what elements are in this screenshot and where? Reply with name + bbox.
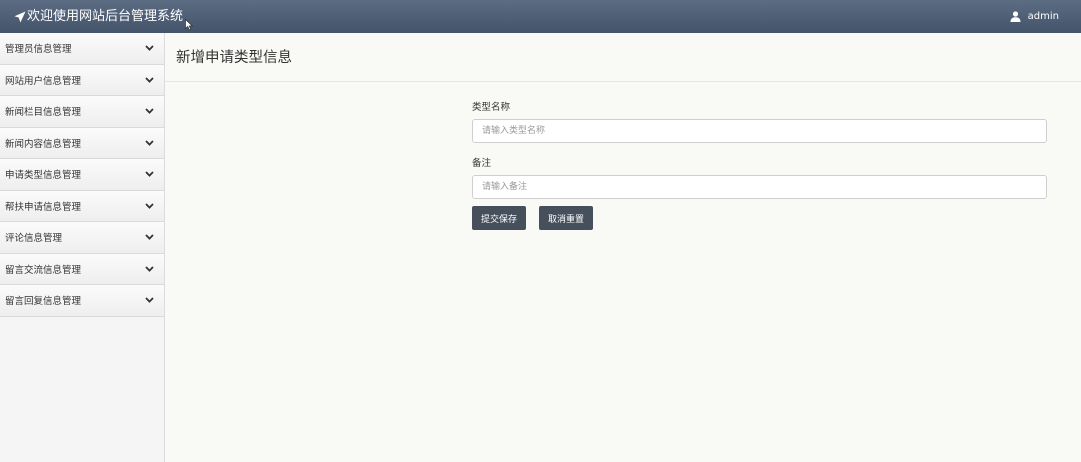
sidebar-item-label: 留言回复信息管理 [5, 296, 82, 308]
type-name-label: 类型名称 [472, 102, 511, 113]
submit-save-button[interactable]: 提交保存 [472, 206, 527, 230]
chevron-down-icon [145, 297, 154, 304]
sidebar-item-label: 帮扶申请信息管理 [5, 201, 82, 213]
send-icon [14, 11, 26, 22]
sidebar-item-label: 管理员信息管理 [5, 44, 72, 56]
user-icon [1010, 11, 1021, 22]
sidebar-item-label: 新闻栏目信息管理 [5, 107, 82, 119]
sidebar-item-news-column-info[interactable]: 新闻栏目信息管理 [0, 96, 164, 128]
sidebar-item-label: 网站用户信息管理 [5, 75, 82, 87]
title-divider [165, 81, 1081, 82]
type-name-input[interactable] [472, 119, 1047, 143]
chevron-down-icon [145, 108, 154, 115]
sidebar-item-comment-info[interactable]: 评论信息管理 [0, 222, 164, 254]
brand[interactable]: 欢迎使用网站后台管理系统 [14, 0, 183, 33]
sidebar-item-label: 评论信息管理 [5, 233, 63, 245]
username: admin [1027, 11, 1059, 22]
sidebar-item-message-reply-info[interactable]: 留言回复信息管理 [0, 285, 164, 317]
remark-input[interactable] [472, 175, 1047, 199]
add-application-type-form: 类型名称 备注 提交保存 取消重置 [472, 101, 1047, 230]
mouse-cursor-icon [185, 19, 193, 31]
sidebar-item-site-user-info[interactable]: 网站用户信息管理 [0, 64, 164, 96]
sidebar-item-label: 新闻内容信息管理 [5, 138, 82, 150]
sidebar: 管理员信息管理 网站用户信息管理 新闻栏目信息管理 新闻内容信息管理 申请类型信… [0, 33, 165, 462]
chevron-down-icon [145, 45, 154, 52]
chevron-down-icon [145, 171, 154, 178]
sidebar-item-label: 留言交流信息管理 [5, 264, 82, 276]
chevron-down-icon [145, 234, 154, 241]
main-content: 新增申请类型信息 类型名称 备注 提交保存 取消重置 [165, 33, 1081, 462]
top-bar: 欢迎使用网站后台管理系统 admin [0, 0, 1081, 33]
user-menu[interactable]: admin [1010, 0, 1059, 33]
chevron-down-icon [145, 266, 154, 272]
chevron-down-icon [145, 77, 154, 83]
sidebar-item-news-content-info[interactable]: 新闻内容信息管理 [0, 127, 164, 159]
sidebar-item-label: 申请类型信息管理 [5, 170, 82, 182]
cancel-reset-button[interactable]: 取消重置 [539, 206, 594, 230]
remark-label: 备注 [472, 158, 492, 169]
sidebar-item-assistance-application-info[interactable]: 帮扶申请信息管理 [0, 190, 164, 222]
sidebar-item-message-exchange-info[interactable]: 留言交流信息管理 [0, 253, 164, 285]
page-title: 新增申请类型信息 [176, 50, 292, 66]
brand-title: 欢迎使用网站后台管理系统 [27, 9, 184, 24]
chevron-down-icon [145, 203, 154, 209]
sidebar-item-admin-info[interactable]: 管理员信息管理 [0, 33, 164, 65]
sidebar-item-application-type-info[interactable]: 申请类型信息管理 [0, 159, 164, 191]
chevron-down-icon [145, 140, 154, 146]
